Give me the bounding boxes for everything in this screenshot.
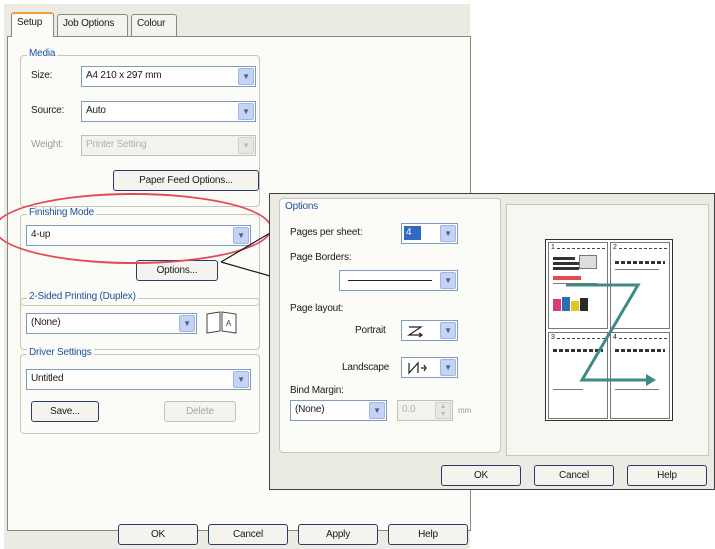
bind-margin-select[interactable]: (None) ▼ [290,400,387,421]
source-label: Source: [31,105,65,116]
page-borders-label: Page Borders: [290,252,352,263]
source-select[interactable]: Auto ▼ [81,101,256,122]
portrait-layout-select[interactable]: ▼ [401,320,458,341]
tab-setup[interactable]: Setup [11,12,54,37]
save-settings-button[interactable]: Save... [31,401,99,422]
weight-select-value: Printer Setting [86,139,147,150]
tab-job-options[interactable]: Job Options [57,14,128,36]
portrait-label: Portrait [355,325,386,336]
chevron-down-icon: ▼ [233,371,249,388]
finishing-options-dialog: Options Pages per sheet: 4 ▼ Page Border… [269,193,715,490]
bind-margin-label: Bind Margin: [290,385,344,396]
weight-label: Weight: [31,139,64,150]
chevron-down-icon: ▼ [440,322,456,339]
chevron-down-icon: ▼ [440,359,456,376]
border-line-preview [348,280,432,281]
paper-feed-options-button[interactable]: Paper Feed Options... [113,170,259,191]
pages-per-sheet-value: 4 [404,226,422,240]
driver-settings-group: Driver Settings Untitled ▼ Save... Delet… [20,347,260,434]
page-order-arrow [566,283,656,386]
size-select-value: A4 210 x 297 mm [86,70,162,81]
tab-colour[interactable]: Colour [131,14,177,36]
size-label: Size: [31,70,53,81]
options-ok-button[interactable]: OK [441,465,521,486]
chevron-down-icon: ▼ [238,68,254,85]
svg-text:A: A [226,319,232,328]
options-help-button[interactable]: Help [627,465,707,486]
spinner-arrows-icon: ▲ ▼ [435,402,451,419]
duplex-select[interactable]: (None) ▼ [26,313,197,334]
ok-button[interactable]: OK [118,524,198,545]
landscape-label: Landscape [342,362,390,373]
pages-per-sheet-select[interactable]: 4 ▼ [401,223,458,244]
driver-settings-select[interactable]: Untitled ▼ [26,369,251,390]
weight-select[interactable]: Printer Setting ▼ [81,135,256,156]
size-select[interactable]: A4 210 x 297 mm ▼ [81,66,256,87]
chevron-down-icon: ▼ [440,272,456,289]
driver-settings-value: Untitled [31,373,64,384]
duplex-group: 2-Sided Printing (Duplex) (None) ▼ A [20,291,260,350]
driver-settings-title: Driver Settings [27,347,94,358]
source-select-value: Auto [86,105,106,116]
media-group-title: Media [27,48,58,59]
layout-preview-pane: 1 2 3 4 [506,204,709,456]
n-order-icon [406,361,428,377]
chevron-down-icon: ▼ [179,315,195,332]
cancel-button[interactable]: Cancel [208,524,288,545]
preview-sheet: 1 2 3 4 [545,239,673,421]
margin-unit: mm [458,406,471,415]
margin-spinner[interactable]: 0.0 ▲ ▼ [397,400,453,421]
options-group: Options Pages per sheet: 4 ▼ Page Border… [279,198,501,453]
chevron-down-icon: ▼ [369,402,385,419]
help-button[interactable]: Help [388,524,468,545]
duplex-value: (None) [31,317,61,328]
options-cancel-button[interactable]: Cancel [534,465,614,486]
apply-button[interactable]: Apply [298,524,378,545]
margin-value: 0.0 [402,404,416,415]
booklet-icon: A [205,311,239,335]
media-group: Media Size: A4 210 x 297 mm ▼ Source: Au… [20,48,260,207]
delete-settings-button[interactable]: Delete [164,401,236,422]
options-title: Options [285,201,319,212]
chevron-down-icon: ▼ [238,137,254,154]
page-borders-select[interactable]: ▼ [339,270,458,291]
landscape-layout-select[interactable]: ▼ [401,357,458,378]
z-order-icon [406,326,426,340]
chevron-down-icon: ▼ [440,225,456,242]
pages-per-sheet-label: Pages per sheet: [290,227,363,238]
chevron-down-icon: ▼ [238,103,254,120]
page-layout-label: Page layout: [290,303,344,314]
bind-margin-value: (None) [295,404,325,415]
duplex-title: 2-Sided Printing (Duplex) [27,291,138,302]
callout-pointer [220,232,271,277]
